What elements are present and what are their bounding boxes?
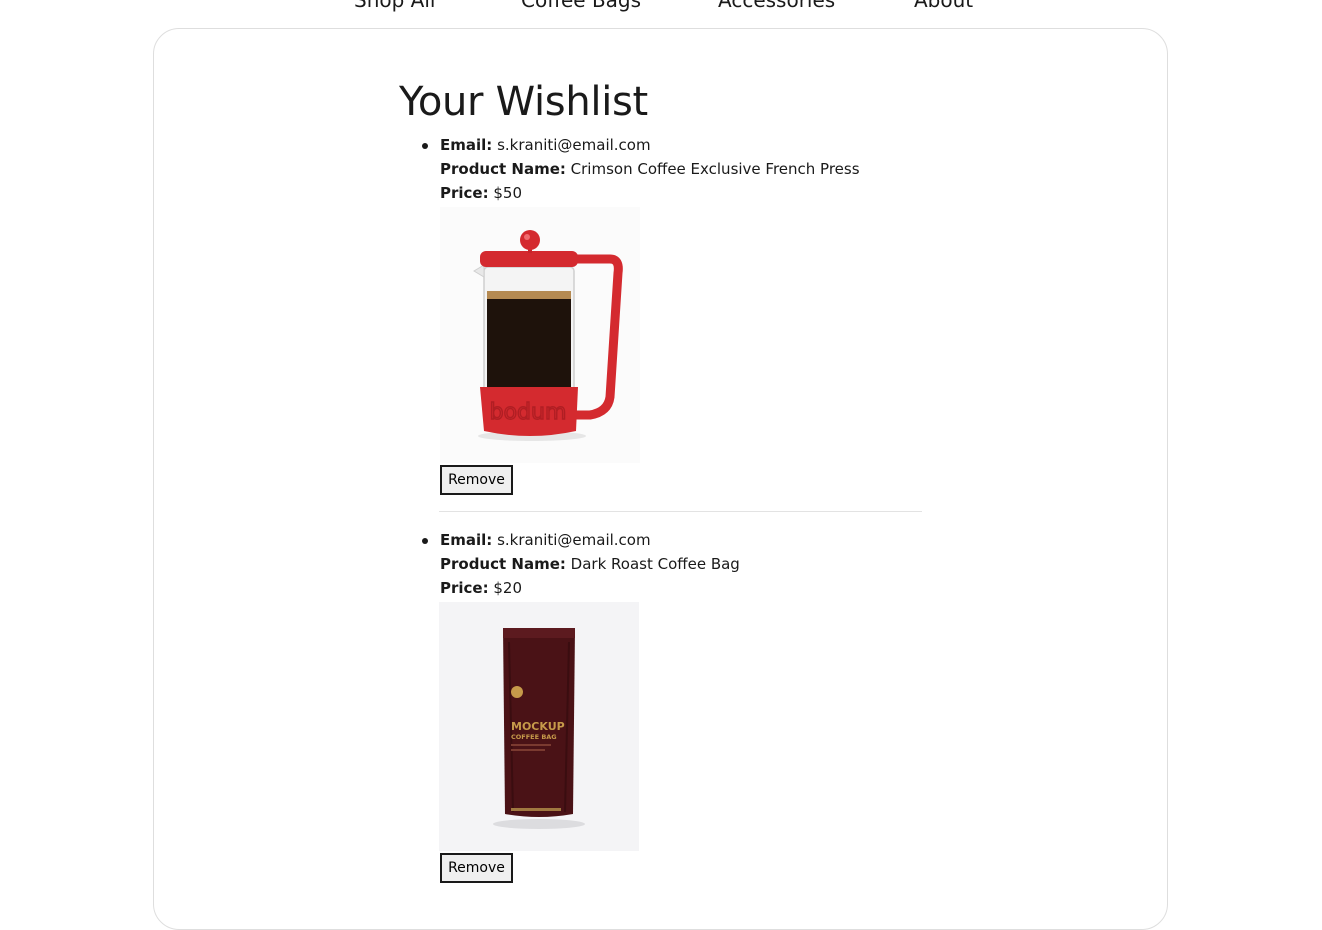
- price-value: $20: [493, 579, 523, 597]
- coffee-bag-image: MOCKUP COFFEE BAG: [439, 602, 639, 851]
- nav-link-accessories[interactable]: Accessories: [718, 0, 835, 14]
- product-name-row: Product Name: Crimson Coffee Exclusive F…: [440, 157, 922, 181]
- email-label: Email:: [440, 531, 493, 549]
- bag-title-text: MOCKUP: [511, 720, 565, 733]
- email-row: Email: s.kraniti@email.com: [440, 133, 922, 157]
- remove-button[interactable]: Remove: [440, 853, 513, 883]
- product-name-value: Dark Roast Coffee Bag: [570, 555, 740, 573]
- product-name-value: Crimson Coffee Exclusive French Press: [570, 160, 860, 178]
- price-row: Price: $20: [440, 576, 922, 600]
- bag-subtitle-text: COFFEE BAG: [511, 733, 557, 741]
- price-label: Price:: [440, 579, 489, 597]
- french-press-image: bodum: [440, 207, 640, 463]
- email-value: s.kraniti@email.com: [497, 136, 651, 154]
- page-title: Your Wishlist: [399, 79, 648, 125]
- nav-link-shop-all[interactable]: Shop All: [354, 0, 435, 14]
- brand-text: bodum: [490, 400, 567, 425]
- product-name-row: Product Name: Dark Roast Coffee Bag: [440, 552, 922, 576]
- email-row: Email: s.kraniti@email.com: [440, 528, 922, 552]
- price-row: Price: $50: [440, 181, 922, 205]
- list-bullet: [422, 538, 428, 544]
- item-divider: [439, 511, 922, 512]
- nav-link-about[interactable]: About: [914, 0, 973, 14]
- list-bullet: [422, 143, 428, 149]
- price-value: $50: [493, 184, 523, 202]
- product-name-label: Product Name:: [440, 555, 566, 573]
- wishlist-item: Email: s.kraniti@email.com Product Name:…: [422, 528, 922, 883]
- price-label: Price:: [440, 184, 489, 202]
- product-name-label: Product Name:: [440, 160, 566, 178]
- top-nav: Shop All Coffee Bags Accessories About: [284, 0, 1038, 26]
- nav-link-coffee-bags[interactable]: Coffee Bags: [521, 0, 641, 14]
- email-value: s.kraniti@email.com: [497, 531, 651, 549]
- email-label: Email:: [440, 136, 493, 154]
- wishlist-item: Email: s.kraniti@email.com Product Name:…: [422, 133, 922, 495]
- remove-button[interactable]: Remove: [440, 465, 513, 495]
